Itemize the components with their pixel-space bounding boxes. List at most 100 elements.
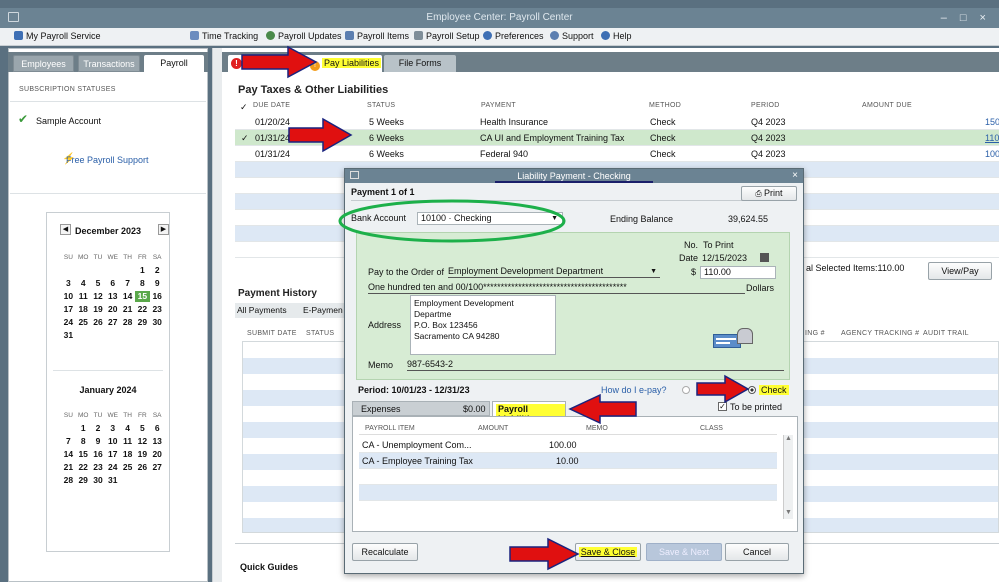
calendar-day[interactable]: 10 <box>61 291 76 302</box>
calendar-day[interactable]: 31 <box>105 475 120 486</box>
calendar-day[interactable]: 6 <box>105 278 120 289</box>
calendar-day[interactable]: 15 <box>134 291 150 302</box>
calendar-day[interactable]: 2 <box>150 265 165 276</box>
column-header-submit-date[interactable]: SUBMIT DATE <box>247 330 297 337</box>
tab-file-forms[interactable]: File Forms <box>384 55 456 72</box>
column-header-amount[interactable]: AMOUNT <box>478 425 508 432</box>
payroll-setup-button[interactable]: Payroll Setup <box>414 31 480 41</box>
calendar-day[interactable]: 27 <box>105 317 120 328</box>
calendar-day[interactable]: 30 <box>150 317 165 328</box>
payee-select[interactable]: Employment Development Department ▼ <box>448 266 660 278</box>
calendar-day[interactable]: 29 <box>135 317 150 328</box>
tab-e-payments[interactable]: E-Paymen <box>303 305 343 315</box>
calendar-day[interactable]: 26 <box>135 462 150 473</box>
calendar-day[interactable]: 27 <box>150 462 165 473</box>
save-next-button[interactable]: Save & Next <box>646 543 722 561</box>
free-payroll-support-link[interactable]: Free Payroll Support <box>66 155 149 165</box>
column-header-status[interactable]: STATUS <box>306 330 334 337</box>
column-header-due-date[interactable]: DUE DATE <box>253 102 290 109</box>
calendar-day[interactable]: 3 <box>105 423 120 434</box>
row-amount-link[interactable]: 100.00 <box>985 149 999 159</box>
calendar-day[interactable]: 9 <box>91 436 106 447</box>
calendar-day[interactable]: 20 <box>105 304 120 315</box>
calendar-day[interactable]: 8 <box>135 278 150 289</box>
calendar-day[interactable]: 13 <box>150 436 165 447</box>
calendar-day[interactable]: 29 <box>76 475 91 486</box>
calendar-day[interactable]: 25 <box>120 462 135 473</box>
column-header-tracking[interactable]: ING # <box>805 330 825 337</box>
save-close-button[interactable]: Save & Close <box>575 543 641 561</box>
address-box[interactable]: Employment Development Departme P.O. Box… <box>410 295 556 355</box>
calendar-day[interactable]: 15 <box>76 449 91 460</box>
calendar-day[interactable]: 1 <box>135 265 150 276</box>
amount-field[interactable]: 110.00 <box>700 266 776 279</box>
calendar-day[interactable]: 23 <box>91 462 106 473</box>
payroll-updates-button[interactable]: Payroll Updates <box>266 31 342 41</box>
column-header-memo[interactable]: MEMO <box>586 425 608 432</box>
calendar-day[interactable]: 1 <box>76 423 91 434</box>
calendar-day[interactable]: 26 <box>91 317 106 328</box>
check-number-value[interactable]: To Print <box>703 240 734 250</box>
calendar-day[interactable]: 23 <box>150 304 165 315</box>
calendar-icon[interactable] <box>760 253 769 262</box>
preferences-button[interactable]: Preferences <box>483 31 544 41</box>
calendar-day[interactable]: 18 <box>76 304 91 315</box>
calendar-day[interactable]: 7 <box>120 278 135 289</box>
calendar-day[interactable]: 21 <box>120 304 135 315</box>
tab-payroll[interactable]: Payroll <box>144 55 204 72</box>
window-controls[interactable]: – □ × <box>941 8 991 28</box>
row-amount-link[interactable]: 110.00 <box>985 133 999 143</box>
column-header-payroll-item[interactable]: PAYROLL ITEM <box>365 425 415 432</box>
column-header-method[interactable]: METHOD <box>649 102 681 109</box>
column-header-status[interactable]: STATUS <box>367 102 395 109</box>
panel-splitter[interactable] <box>212 48 222 582</box>
tab-all-payments[interactable]: All Payments <box>237 305 287 315</box>
epay-radio[interactable] <box>682 386 690 394</box>
calendar-day[interactable]: 8 <box>76 436 91 447</box>
cancel-button[interactable]: Cancel <box>725 543 789 561</box>
calendar-day[interactable]: 3 <box>61 278 76 289</box>
dialog-menu-icon[interactable] <box>350 171 359 179</box>
close-icon[interactable]: × <box>792 169 798 183</box>
calendar-day[interactable]: 16 <box>150 291 165 302</box>
print-button[interactable]: ⎙ Print <box>741 186 797 201</box>
column-header-audit-trail[interactable]: AUDIT TRAIL <box>923 330 969 337</box>
time-tracking-button[interactable]: Time Tracking <box>190 31 258 41</box>
column-header-agency-tracking[interactable]: AGENCY TRACKING # <box>841 330 919 337</box>
column-header-payment[interactable]: PAYMENT <box>481 102 516 109</box>
calendar-day[interactable]: 14 <box>61 449 76 460</box>
memo-field[interactable]: 987-6543-2 <box>407 359 784 371</box>
calendar-day[interactable]: 24 <box>61 317 76 328</box>
calendar-day[interactable]: 28 <box>120 317 135 328</box>
view-pay-button[interactable]: View/Pay <box>928 262 992 280</box>
tab-employees[interactable]: Employees <box>13 55 74 72</box>
calendar-day[interactable]: 22 <box>76 462 91 473</box>
tab-expenses[interactable]: Expenses $0.00 <box>352 401 490 416</box>
calendar-day[interactable]: 28 <box>61 475 76 486</box>
grid-row[interactable]: CA - Employee Training Tax 10.00 <box>359 453 777 469</box>
calendar-day[interactable]: 19 <box>91 304 106 315</box>
calendar-day[interactable]: 6 <box>150 423 165 434</box>
window-menu-icon[interactable] <box>8 12 19 22</box>
tab-transactions[interactable]: Transactions <box>78 55 140 72</box>
calendar-day[interactable]: 11 <box>120 436 135 447</box>
recalculate-button[interactable]: Recalculate <box>352 543 418 561</box>
payroll-items-button[interactable]: Payroll Items <box>345 31 409 41</box>
calendar-next-icon[interactable]: ▶ <box>158 224 169 235</box>
calendar-day[interactable]: 20 <box>150 449 165 460</box>
calendar-day[interactable]: 21 <box>61 462 76 473</box>
calendar-day[interactable]: 5 <box>91 278 106 289</box>
row-checkbox[interactable]: ✓ <box>241 133 249 144</box>
column-header-class[interactable]: CLASS <box>700 425 723 432</box>
calendar-day[interactable]: 30 <box>91 475 106 486</box>
calendar-day[interactable]: 4 <box>120 423 135 434</box>
calendar-day[interactable]: 7 <box>61 436 76 447</box>
calendar-day[interactable]: 16 <box>91 449 106 460</box>
grid-row[interactable]: CA - Unemployment Com... 100.00 <box>359 437 777 453</box>
calendar-day[interactable]: 11 <box>76 291 91 302</box>
calendar-day[interactable]: 14 <box>120 291 135 302</box>
calendar-day[interactable]: 25 <box>76 317 91 328</box>
column-header-period[interactable]: PERIOD <box>751 102 780 109</box>
date-field[interactable]: 12/15/2023 <box>702 253 747 263</box>
column-header-check[interactable]: ✓ <box>240 102 248 113</box>
